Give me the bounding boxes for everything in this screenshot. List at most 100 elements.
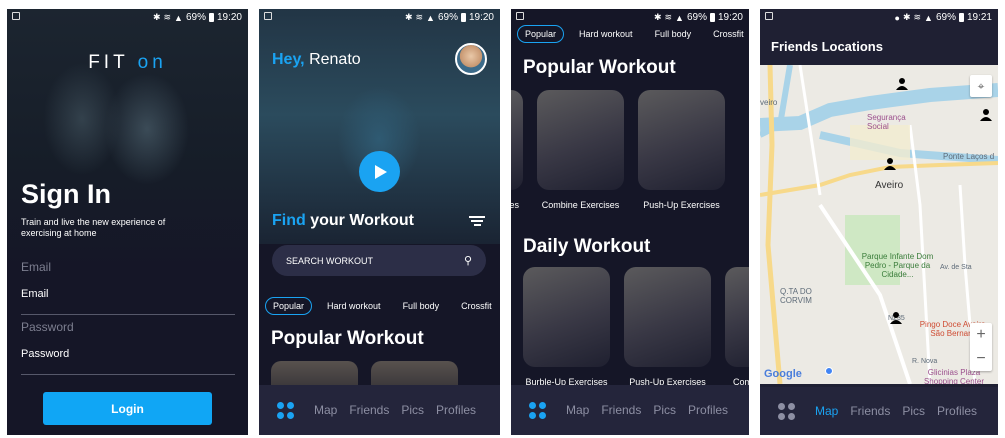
nav-profiles[interactable]: Profiles	[688, 403, 728, 417]
place-label: Ponte Laços d	[943, 152, 995, 161]
place-label: Parque Infante Dom Pedro - Parque da Cid…	[861, 252, 934, 279]
home-grid-icon[interactable]	[778, 402, 795, 420]
friend-pin-icon[interactable]	[895, 77, 909, 91]
clock: 19:20	[216, 12, 242, 23]
workout-image	[523, 267, 610, 367]
play-button[interactable]	[359, 151, 400, 192]
nav-map[interactable]: Map	[815, 404, 838, 418]
workout-card[interactable]: Burble-Up Exercises	[523, 267, 610, 387]
greeting: Hey, Renato	[272, 51, 361, 68]
gallery-icon	[516, 12, 524, 20]
nav-friends[interactable]: Friends	[850, 404, 890, 418]
bottom-nav: Map Friends Pics Profiles	[511, 385, 749, 435]
page-title: Friends Locations	[771, 39, 883, 54]
email-field[interactable]: Email Email	[21, 260, 235, 315]
nav-profiles[interactable]: Profiles	[436, 403, 476, 417]
my-location-dot	[825, 367, 833, 375]
chip-popular[interactable]: Popular	[517, 25, 565, 43]
zoom-out-button[interactable]: −	[970, 347, 992, 371]
nav-pics[interactable]: Pics	[653, 403, 676, 417]
wifi-icon: ≋	[415, 12, 424, 22]
road-label: R. Nova	[912, 358, 938, 365]
nav-pics[interactable]: Pics	[401, 403, 424, 417]
workout-card[interactable]: ises	[511, 90, 523, 210]
clock: 19:20	[468, 12, 494, 23]
location-icon: ●	[894, 12, 900, 23]
daily-title: Daily Workout	[523, 236, 651, 257]
popular-title: Popular Workout	[523, 57, 676, 78]
password-field[interactable]: Password Password	[21, 320, 235, 375]
city-label: Aveiro	[875, 180, 904, 191]
workout-card[interactable]: Push-Up Exercises	[624, 267, 711, 387]
battery-icon	[958, 13, 964, 22]
chip-full-body[interactable]: Full body	[648, 26, 699, 42]
battery-percent: 69%	[437, 12, 458, 23]
nav-map[interactable]: Map	[314, 403, 337, 417]
bottom-nav: Map Friends Pics Profiles	[259, 385, 500, 435]
workout-image	[511, 90, 523, 190]
chip-crossfit[interactable]: Crossfit	[454, 298, 499, 314]
gallery-icon	[12, 12, 20, 20]
search-input[interactable]: SEARCH WORKOUT ⚲	[272, 245, 486, 276]
play-icon	[375, 164, 387, 179]
battery-percent: 69%	[185, 12, 206, 23]
section-title: Find your Workout	[272, 212, 414, 229]
signal-icon: ▲	[675, 12, 684, 23]
clock: 19:21	[966, 12, 992, 23]
map-view[interactable]: veiro Segurança Social Ponte Laços d Ave…	[760, 65, 998, 384]
chip-crossfit[interactable]: Crossfit	[706, 26, 749, 42]
nav-friends[interactable]: Friends	[601, 403, 641, 417]
status-bar: ✱ ≋ ▲ 69% 19:20	[259, 9, 500, 27]
home-grid-icon[interactable]	[277, 401, 294, 419]
battery-percent: 69%	[935, 12, 956, 23]
nav-pics[interactable]: Pics	[902, 404, 925, 418]
category-chips: Popular Hard workout Full body Crossfit	[265, 297, 499, 315]
password-label: Password	[21, 320, 74, 334]
bottom-nav: Map Friends Pics Profiles	[760, 387, 998, 435]
battery-icon	[208, 13, 214, 22]
workouts-screen: ✱ ≋ ▲ 69% 19:20 Popular Hard workout Full bo…	[511, 9, 749, 435]
chip-hard-workout[interactable]: Hard workout	[320, 298, 388, 314]
friend-pin-icon[interactable]	[883, 157, 897, 171]
status-bar: ✱ ≋ ▲ 69% 19:20	[7, 9, 248, 27]
nav-friends[interactable]: Friends	[349, 403, 389, 417]
workout-card[interactable]: Push-Up Exercises	[638, 90, 725, 210]
road-label: Av. de Sta	[940, 264, 972, 271]
password-input[interactable]: Password	[21, 348, 235, 360]
gallery-icon	[765, 12, 773, 20]
zoom-in-button[interactable]: +	[970, 323, 992, 347]
place-label: veiro	[760, 98, 778, 107]
friend-pin-icon[interactable]	[979, 108, 993, 122]
home-grid-icon[interactable]	[529, 401, 546, 419]
battery-icon	[709, 13, 715, 22]
workout-image	[624, 267, 711, 367]
popular-list: ises Combine Exercises Push-Up Exercises	[511, 90, 725, 210]
nav-map[interactable]: Map	[566, 403, 589, 417]
chip-hard-workout[interactable]: Hard workout	[572, 26, 640, 42]
chip-popular[interactable]: Popular	[265, 297, 313, 315]
login-button[interactable]: Login	[43, 392, 212, 425]
filter-icon[interactable]	[469, 214, 485, 228]
tagline: Train and live the new experience of exe…	[21, 217, 166, 238]
workout-card[interactable]: Comb	[725, 267, 749, 387]
workout-label: Push-Up Exercises	[643, 200, 720, 210]
wifi-icon: ≋	[664, 12, 673, 22]
popular-title: Popular Workout	[271, 328, 424, 349]
battery-icon	[460, 13, 466, 22]
wifi-icon: ≋	[163, 12, 172, 22]
chip-full-body[interactable]: Full body	[396, 298, 447, 314]
google-logo: Google	[764, 368, 802, 380]
nav-profiles[interactable]: Profiles	[937, 404, 977, 418]
bluetooth-icon: ✱	[404, 12, 413, 22]
wifi-icon: ≋	[913, 12, 922, 22]
email-input[interactable]: Email	[21, 288, 235, 300]
search-icon[interactable]: ⚲	[464, 254, 472, 267]
workout-image	[725, 267, 749, 367]
workout-label: Combine Exercises	[541, 200, 620, 210]
my-location-button[interactable]: ⌖	[970, 75, 992, 97]
avatar[interactable]	[455, 43, 487, 75]
page-title: Sign In	[21, 179, 111, 209]
friend-pin-icon[interactable]	[889, 311, 903, 325]
bluetooth-icon: ✱	[902, 12, 911, 22]
workout-card[interactable]: Combine Exercises	[537, 90, 624, 210]
